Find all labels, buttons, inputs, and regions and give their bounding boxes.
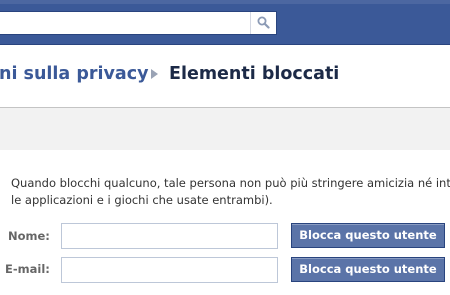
block-by-name-button[interactable]: Blocca questo utente bbox=[291, 223, 445, 248]
search-button[interactable] bbox=[250, 12, 276, 34]
block-description: Quando blocchi qualcuno, tale persona no… bbox=[11, 175, 450, 209]
top-bar-highlight bbox=[0, 0, 450, 4]
search-box bbox=[0, 11, 277, 35]
email-label: E-mail: bbox=[5, 262, 50, 276]
section-header-bar bbox=[0, 107, 450, 150]
email-field[interactable] bbox=[61, 257, 278, 283]
page-title: Elementi bloccati bbox=[169, 64, 340, 84]
description-line: Quando blocchi qualcuno, tale persona no… bbox=[11, 176, 450, 190]
breadcrumb-privacy-link[interactable]: ni sulla privacy bbox=[0, 64, 148, 84]
top-bar bbox=[0, 0, 450, 45]
block-by-email-button[interactable]: Blocca questo utente bbox=[291, 257, 445, 282]
name-label: Nome: bbox=[8, 229, 50, 243]
breadcrumb: ni sulla privacy Elementi bloccati bbox=[0, 64, 450, 90]
search-input[interactable] bbox=[0, 12, 247, 34]
triangle-right-icon bbox=[151, 69, 158, 79]
description-line: le applicazioni e i giochi che usate ent… bbox=[11, 193, 273, 207]
search-icon bbox=[257, 16, 270, 29]
name-field[interactable] bbox=[61, 223, 278, 249]
